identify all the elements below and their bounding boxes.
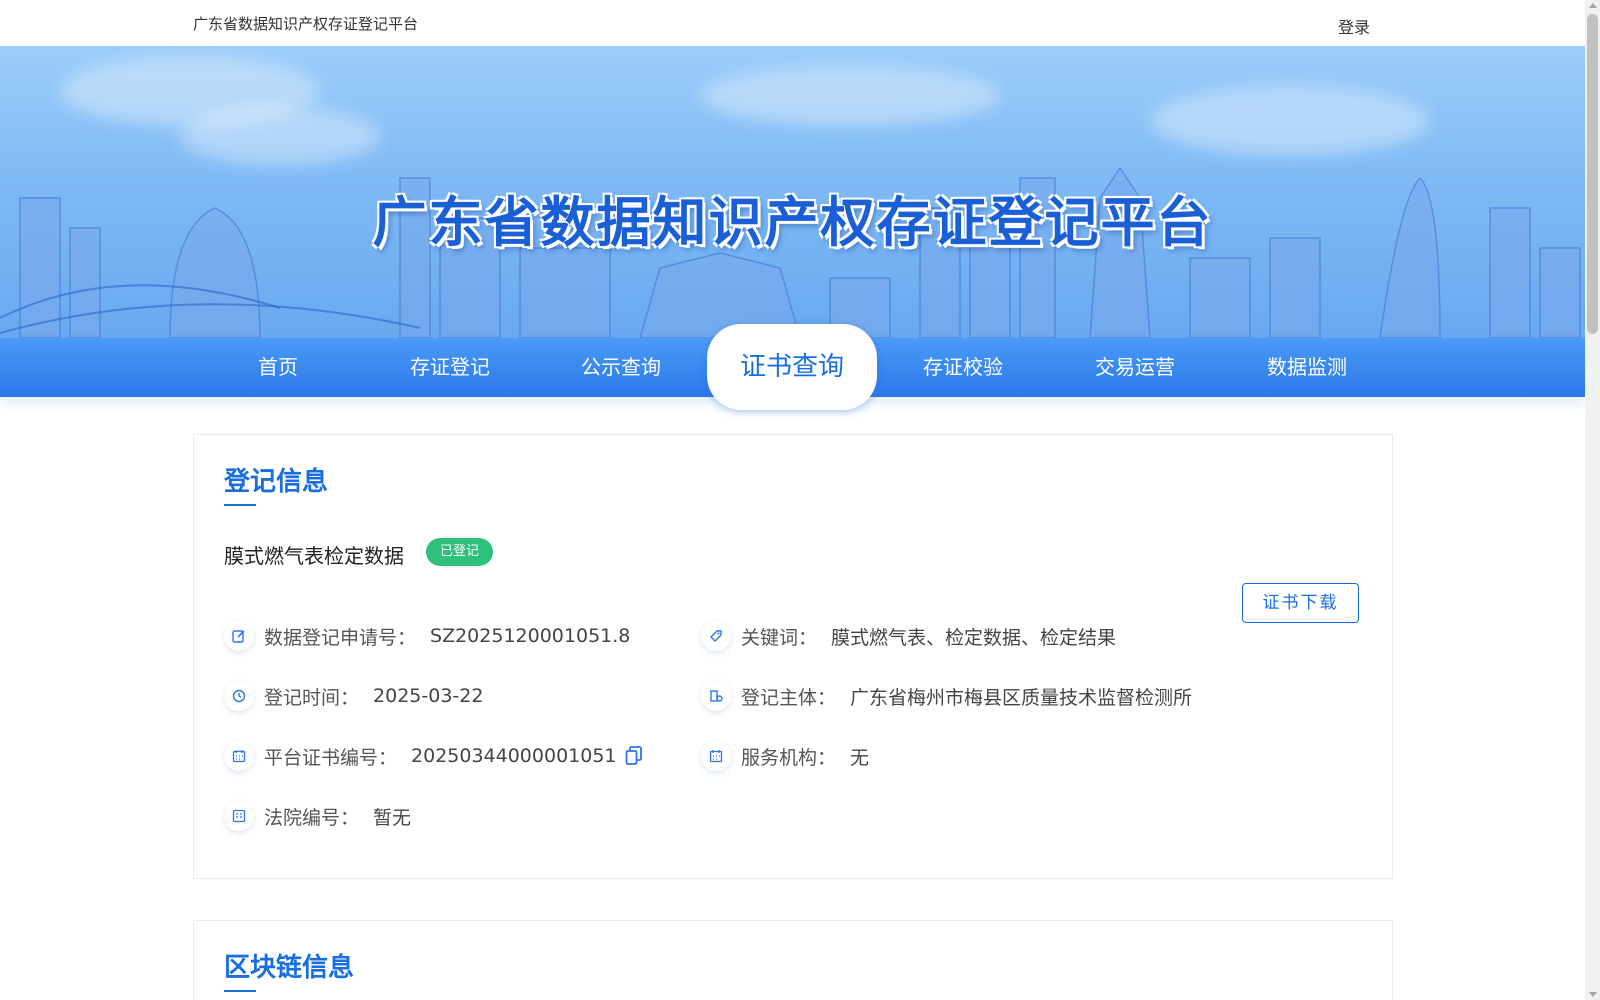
scroll-down-arrow-icon[interactable] xyxy=(1589,992,1597,997)
field-label: 平台证书编号： xyxy=(264,746,398,769)
field-value: 膜式燃气表、检定数据、检定结果 xyxy=(831,626,1117,649)
banner-title: 广东省数据知识产权存证登记平台 xyxy=(372,191,1213,254)
field-label: 登记时间： xyxy=(264,686,360,709)
scroll-up-arrow-icon[interactable] xyxy=(1589,3,1597,8)
section-title: 登记信息 xyxy=(224,461,328,506)
calendar-icon xyxy=(224,741,254,771)
status-badge: 已登记 xyxy=(426,538,494,566)
hero-banner: 广东省数据知识产权存证登记平台 xyxy=(0,46,1585,338)
nav-item-home[interactable]: 首页 xyxy=(193,338,363,397)
field-label: 关键词： xyxy=(741,626,818,649)
top-bar: 广东省数据知识产权存证登记平台 登录 xyxy=(0,0,1585,46)
data-title: 膜式燃气表检定数据 xyxy=(224,544,404,568)
nav-item-trading[interactable]: 交易运营 xyxy=(1050,338,1220,397)
edit-icon xyxy=(224,621,254,651)
tag-icon xyxy=(701,621,731,651)
nav-item-registration[interactable]: 存证登记 xyxy=(365,338,535,397)
page-scrollbar[interactable] xyxy=(1585,0,1600,1000)
certificate-download-button[interactable]: 证书下载 xyxy=(1242,583,1359,623)
field-value: 2025-03-22 xyxy=(373,685,484,707)
field-label: 登记主体： xyxy=(741,686,837,709)
main-nav: 首页 存证登记 公示查询 证书查询 存证校验 交易运营 数据监测 xyxy=(0,324,1585,410)
list-icon xyxy=(224,801,254,831)
building-icon xyxy=(701,681,731,711)
field-application-no: 数据登记申请号： SZ2025120001051.8 xyxy=(224,619,630,653)
section-title: 区块链信息 xyxy=(224,947,354,992)
field-value: SZ2025120001051.8 xyxy=(430,625,631,647)
field-value: 20250344000001051 xyxy=(411,745,617,767)
site-name: 广东省数据知识产权存证登记平台 xyxy=(193,15,419,33)
field-value: 无 xyxy=(850,746,870,769)
field-label: 数据登记申请号： xyxy=(264,626,417,649)
scrollbar-thumb[interactable] xyxy=(1587,14,1598,334)
blockchain-info-card: 区块链信息 xyxy=(193,920,1393,1000)
field-certificate-no: 平台证书编号： 20250344000001051 xyxy=(224,739,643,773)
copy-icon[interactable] xyxy=(625,746,643,766)
nav-item-certificate-query[interactable]: 证书查询 xyxy=(707,324,877,410)
field-label: 法院编号： xyxy=(264,806,360,829)
field-keywords: 关键词： 膜式燃气表、检定数据、检定结果 xyxy=(701,619,1116,653)
nav-item-monitoring[interactable]: 数据监测 xyxy=(1222,338,1392,397)
field-label: 服务机构： xyxy=(741,746,837,769)
field-value: 广东省梅州市梅县区质量技术监督检测所 xyxy=(850,686,1193,709)
field-value: 暂无 xyxy=(373,806,412,829)
nav-item-verification[interactable]: 存证校验 xyxy=(878,338,1048,397)
clock-icon xyxy=(224,681,254,711)
field-court-no: 法院编号： 暂无 xyxy=(224,799,411,833)
nav-item-public-query[interactable]: 公示查询 xyxy=(536,338,706,397)
field-registration-time: 登记时间： 2025-03-22 xyxy=(224,679,483,713)
field-service-org: 服务机构： 无 xyxy=(701,739,869,773)
field-registration-subject: 登记主体： 广东省梅州市梅县区质量技术监督检测所 xyxy=(701,679,1192,713)
login-link[interactable]: 登录 xyxy=(1338,14,1370,38)
registration-info-card: 登记信息 膜式燃气表检定数据 已登记 证书下载 数据登记申请号： SZ20251… xyxy=(193,434,1393,879)
calendar-icon xyxy=(701,741,731,771)
